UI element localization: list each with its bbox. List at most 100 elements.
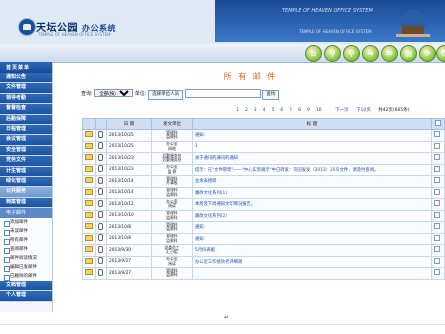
email-menu-item[interactable]: 已删除的邮件: [0, 272, 52, 282]
mail-icon[interactable]: ✉: [381, 45, 398, 62]
sidebar-item[interactable]: 后勤保障: [0, 114, 52, 125]
table-row[interactable]: 2013/9/27 管理科 监察科: [82, 267, 445, 280]
page-number-link[interactable]: 10: [316, 108, 322, 113]
table-row[interactable]: 2013/10/14 管理科 监察科 廉政文化系列(1): [82, 186, 445, 199]
document-icon[interactable]: ▤: [400, 45, 417, 62]
attachment-cell: [95, 129, 107, 142]
row-select: [431, 152, 445, 165]
row-subject[interactable]: 通知:: [192, 221, 432, 234]
row-checkbox[interactable]: [434, 223, 440, 230]
next-page-link[interactable]: 下一页: [335, 108, 349, 113]
row-checkbox[interactable]: [434, 188, 440, 195]
table-row[interactable]: 2013/10/10 管理科 监察科 廉政文化系列(2): [82, 209, 445, 222]
envelope-cell: [82, 232, 96, 245]
row-select: [431, 221, 445, 234]
page-number-link[interactable]: 1: [236, 108, 239, 113]
search-icon[interactable]: ⚲: [324, 45, 341, 62]
home-icon[interactable]: ⌂: [305, 45, 322, 62]
sidebar-item[interactable]: 安全管理: [0, 145, 52, 157]
row-subject[interactable]: 通知:: [192, 232, 432, 245]
sidebar-item[interactable]: 会议管理: [0, 135, 52, 146]
row-checkbox[interactable]: [434, 142, 440, 149]
table-row[interactable]: 2013/10/25 办公室 网络 1: [82, 140, 445, 153]
sidebar-item[interactable]: 督督检查: [0, 104, 52, 115]
row-date: 2013/10/8: [106, 232, 152, 245]
table-row[interactable]: 2013/9/30 党委员工 汇小组 5月份表据: [82, 244, 445, 257]
page-number-link[interactable]: 3: [254, 108, 257, 113]
row-checkbox[interactable]: [434, 165, 440, 172]
table-row[interactable]: 2013/9/27 办公室 阅读 办公室工作绩效考评细则: [82, 255, 445, 268]
select-unit-button[interactable]: 选择单位人员: [148, 90, 184, 100]
sidebar-item[interactable]: 通知公告: [0, 73, 52, 84]
email-menu-item[interactable]: 查阅邮件: [0, 245, 52, 255]
sidebar-item[interactable]: 领导考勤: [0, 93, 52, 105]
arrow-right-icon[interactable]: ➜: [362, 45, 379, 62]
page-number-link[interactable]: 7: [289, 108, 292, 113]
email-menu-item[interactable]: 添加邮件: [0, 218, 52, 228]
row-checkbox[interactable]: [434, 257, 440, 264]
sidebar-item[interactable]: 文档管理: [0, 281, 52, 292]
row-sender: 党委员工 汇小组: [151, 244, 193, 257]
email-menu-item[interactable]: 所有邮件: [0, 236, 52, 246]
sidebar-item[interactable]: 党务文件: [0, 156, 52, 167]
row-subject[interactable]: 关于通讯的通讯的通知: [192, 152, 432, 165]
table-row[interactable]: 2013/10/8 管理科 监察科 通知:: [82, 232, 445, 245]
page-number-link[interactable]: 8: [298, 108, 301, 113]
search-button[interactable]: 查找: [262, 90, 280, 100]
search-input[interactable]: [184, 89, 261, 98]
sidebar-item-public-service[interactable]: 公共服务: [0, 187, 52, 198]
search-icon[interactable]: ⚲: [343, 45, 360, 62]
table-row[interactable]: 2013/10/23 办公室 监 察提示：在"文件管理"——"中心实际展示"中已转…: [82, 163, 445, 176]
attachment-cell: [95, 221, 107, 234]
filter-select[interactable]: 全部(按): [94, 89, 134, 97]
row-subject[interactable]: 提示：在"文件管理"——"中心实际展示"中已转发：京园发发（2013）35号文件…: [192, 163, 432, 176]
row-subject[interactable]: 5月份表据: [192, 244, 432, 257]
envelope-cell: [82, 175, 96, 188]
row-subject[interactable]: 通知:: [192, 129, 432, 142]
sidebar-item[interactable]: 文件管理: [0, 83, 52, 94]
row-sender: 办公室 阅读: [151, 255, 193, 268]
row-checkbox[interactable]: [434, 246, 440, 253]
next10-link[interactable]: 下10页: [356, 108, 371, 113]
sidebar-item[interactable]: 个人管理: [0, 291, 52, 302]
email-menu-item[interactable]: 编辑已发邮件: [0, 263, 52, 273]
table-row[interactable]: 2013/10/23 后勤服务处 后勤服务处 关于通讯的通讯的通知: [82, 152, 445, 165]
sidebar-item[interactable]: 绿化管理: [0, 176, 52, 188]
table-row[interactable]: 2013/10/14 管理科 外事股 业余表授转: [82, 175, 445, 188]
attachment-icon: [98, 165, 103, 173]
page-number-link[interactable]: 6: [280, 108, 283, 113]
page-number-link[interactable]: 9: [307, 108, 310, 113]
sidebar-item-email[interactable]: 电子邮件: [0, 208, 52, 219]
refresh-icon[interactable]: ⟳: [419, 45, 436, 62]
page-number-link[interactable]: 5: [272, 108, 275, 113]
table-row[interactable]: 2013/10/12 办公室 阅读 本周及下周通知文印情况报告。: [82, 198, 445, 211]
row-checkbox[interactable]: [434, 131, 440, 138]
row-subject[interactable]: [192, 267, 432, 280]
row-checkbox[interactable]: [434, 234, 440, 241]
row-subject[interactable]: 1: [192, 140, 432, 153]
pagination: 1 2 3 4 5 6 7 8 9 10 下一页 下10页 共42页(665条): [236, 107, 415, 113]
row-checkbox[interactable]: [434, 154, 440, 161]
row-checkbox[interactable]: [434, 200, 440, 207]
page-number-link[interactable]: 2: [245, 108, 248, 113]
row-subject[interactable]: 办公室工作绩效考评细则: [192, 255, 432, 268]
table-row[interactable]: 2013/10/25 管理科 监察科 通知:: [82, 129, 445, 142]
sidebar-item[interactable]: 日程管理: [0, 124, 52, 136]
page-number-link[interactable]: 4: [263, 108, 266, 113]
row-subject[interactable]: 廉政文化系列(1): [192, 186, 432, 199]
row-checkbox[interactable]: [434, 269, 440, 276]
table-row[interactable]: 2013/10/8 管理科 监察科 通知:: [82, 221, 445, 234]
row-subject[interactable]: 廉政文化系列(2): [192, 209, 432, 222]
row-checkbox[interactable]: [434, 177, 440, 184]
return-mark: ↵: [224, 314, 230, 321]
banner-subtitle: TEMPLE OF HEAVEN OFFICE SYSTEM: [299, 29, 372, 34]
email-menu-item[interactable]: 邮件阅读情况: [0, 254, 52, 264]
row-checkbox[interactable]: [434, 211, 440, 218]
email-menu-item[interactable]: 未读邮件: [0, 227, 52, 237]
sidebar-item-archive[interactable]: 档案管理: [0, 197, 52, 209]
select-all-checkbox[interactable]: [435, 120, 441, 126]
row-subject[interactable]: 业余表授转: [192, 175, 432, 188]
sidebar-item[interactable]: 计生管理: [0, 166, 52, 177]
row-subject[interactable]: 本周及下周通知文印情况报告。: [192, 198, 432, 211]
banner-title: TEMPLE OF HEAVEN OFFICE SYSTEM: [282, 8, 373, 14]
